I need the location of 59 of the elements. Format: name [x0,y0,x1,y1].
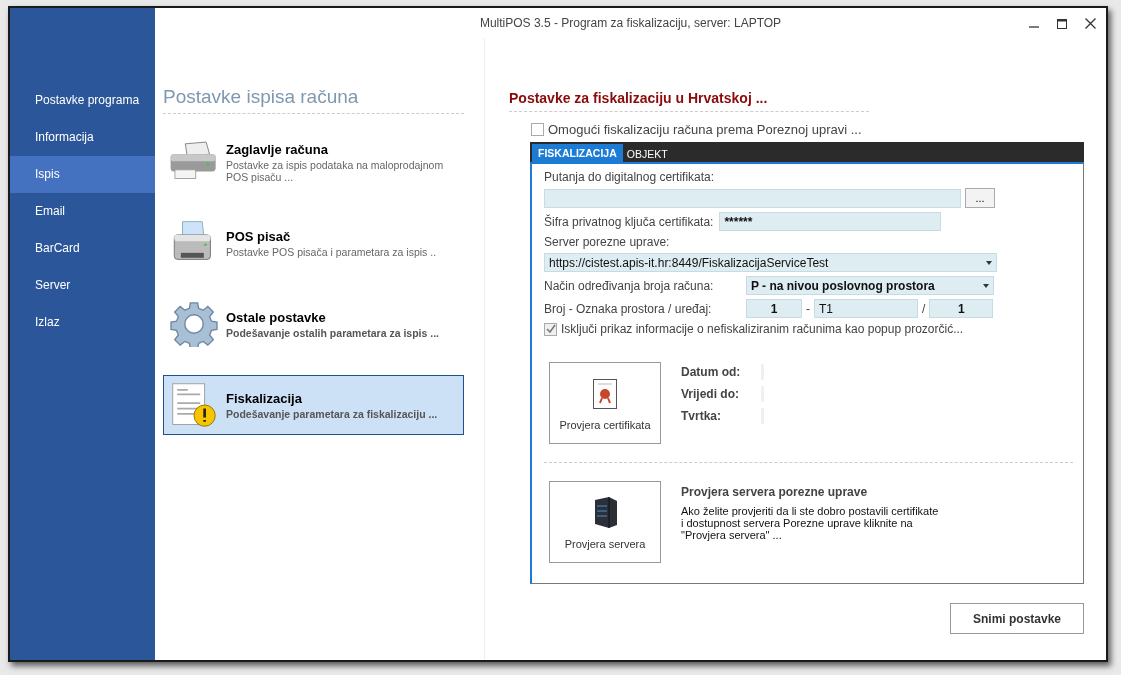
field-label: Tvrtka: [681,408,722,423]
field-label: Server porezne uprave: [544,235,671,249]
save-button[interactable]: Snimi postavke [950,603,1084,634]
option-description: Postavke za ispis podataka na maloprodajnom POS pisaču ... [226,158,445,183]
option-title: POS pisač [226,228,292,244]
info-text: "Provjera servera" ... [681,529,783,541]
dropdown[interactable]: P - na nivou poslovnog prostora [746,276,994,295]
section-title: Postavke ispisa računa [163,86,360,108]
sidebar-item[interactable]: Ispis [10,156,155,193]
option-title: Zaglavlje računa [226,141,329,157]
option-title: Ostale postavke [226,309,327,325]
tab[interactable]: FISKALIZACIJA [532,144,623,162]
sidebar-item[interactable]: Server [10,267,155,304]
settings-option[interactable]: Zaglavlje računa Postavke za ispis podataka na maloprodajnom POS pisaču ... [163,132,464,192]
settings-option[interactable]: Ostale postavke Podešavanje ostalih parametara za ispis ... [163,294,464,354]
input-field[interactable]: 1 [929,299,994,318]
field-label: Šifra privatnog ključa certifikata: [544,214,714,229]
password-field[interactable]: ****** [719,212,942,231]
option-description: Podešavanje ostalih parametara za ispis ... [226,326,439,339]
separator-text: - [806,301,810,316]
option-description: Postavke POS pisača i parametara za ispis .. [226,245,437,258]
window-title: MultiPOS 3.5 - Program za fiskalizaciju, server: LAPTOP [479,16,782,30]
field-label: Datum od: [681,364,742,379]
gear-icon [168,301,220,347]
field-label: Broj - Oznaka prostora / uređaj: [544,301,713,316]
info-text: i dostupnost servera Porezne uprave kliknite na [681,517,914,529]
field-label: Način određivanja broja računa: [544,278,715,293]
settings-option[interactable]: POS pisač Postavke POS pisača i parametara za ispis .. [163,213,464,273]
checkbox[interactable] [544,322,557,336]
info-text: Ako želite provjeriti da li ste dobro postavili certifikate [681,505,939,517]
option-description: Podešavanje parametara za fiskalizaciju ... [226,407,438,420]
check-server-button[interactable]: Provjera servera [549,481,661,563]
close-icon[interactable] [1085,18,1096,29]
field-label: Vrijedi do: [681,386,740,401]
checkbox-label: Omogući fiskalizaciju računa prema Poreznoj upravi ... [548,122,862,137]
checkbox-label: Isključi prikaz informacije o nefiskaliziranim računima kao popup prozorčić... [561,322,964,336]
input-field[interactable]: T1 [814,299,918,318]
sidebar-item[interactable]: Email [10,193,155,230]
dropdown[interactable]: https://cistest.apis-it.hr:8449/FiskalizacijaServiceTest [544,253,997,272]
sidebar-item[interactable]: Informacija [10,119,155,156]
certificate-icon [593,379,617,409]
sidebar-item[interactable]: Izlaz [10,304,155,341]
sidebar-item[interactable]: Postavke programa [10,82,155,119]
section-title: Postavke za fiskalizaciju u Hrvatskoj ... [509,90,769,106]
option-title: Fiskalizacija [226,390,303,406]
input-field[interactable] [544,188,961,208]
field-label: Putanja do digitalnog certifikata: [544,170,716,184]
sidebar-item[interactable]: BarCard [10,230,155,267]
checkbox[interactable] [531,123,544,136]
info-title: Provjera servera porezne uprave [681,485,869,499]
tab[interactable]: OBJEKT [622,146,672,162]
separator-text: / [922,301,926,316]
settings-option[interactable]: Fiskalizacija Podešavanje parametara za fiskalizaciju ... [163,375,464,435]
caret-icon [986,260,992,265]
check-certificate-button[interactable]: Provjera certifikata [549,362,661,444]
maximize-icon[interactable] [1057,18,1067,29]
caret-icon [983,283,989,288]
browse-button[interactable]: ... [965,188,995,208]
input-field[interactable]: 1 [746,299,802,318]
